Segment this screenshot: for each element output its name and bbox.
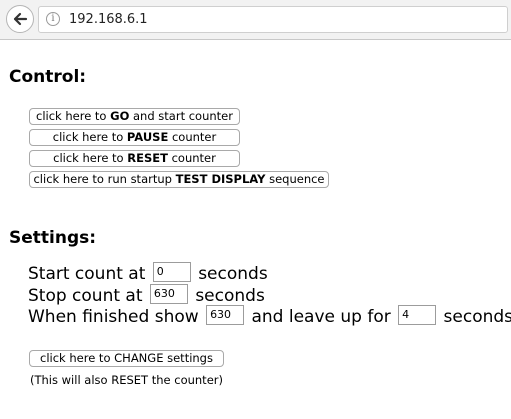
leave-up-input[interactable]: 4 bbox=[398, 305, 437, 325]
start-count-unit: seconds bbox=[198, 264, 268, 284]
pause-button-bold: PAUSE bbox=[126, 130, 169, 144]
go-button-bold: GO bbox=[110, 109, 130, 123]
start-count-label: Start count at bbox=[28, 264, 146, 284]
go-button-suffix: and start counter bbox=[129, 109, 233, 123]
go-button-prefix: click here to bbox=[36, 109, 111, 123]
test-button-bold: TEST DISPLAY bbox=[175, 172, 266, 186]
pause-button[interactable]: click here to PAUSE counter bbox=[29, 129, 240, 146]
start-count-row: Start count at 0 seconds bbox=[28, 262, 268, 284]
test-button-suffix: sequence bbox=[265, 172, 325, 186]
reset-button-bold: RESET bbox=[127, 151, 168, 165]
finished-show-row: When finished show 630 and leave up for … bbox=[28, 305, 511, 327]
stop-count-label: Stop count at bbox=[28, 286, 143, 306]
test-button-prefix: click here to run startup bbox=[33, 172, 176, 186]
leave-up-label: and leave up for bbox=[251, 307, 391, 327]
go-button[interactable]: click here to GO and start counter bbox=[29, 108, 240, 125]
back-button[interactable] bbox=[6, 5, 34, 33]
change-settings-button[interactable]: click here to CHANGE settings bbox=[29, 350, 224, 367]
reset-button-suffix: counter bbox=[167, 151, 216, 165]
stop-count-input[interactable]: 630 bbox=[149, 284, 188, 304]
pause-button-prefix: click here to bbox=[52, 130, 127, 144]
address-bar[interactable]: i 192.168.6.1 bbox=[38, 6, 508, 33]
arrow-left-icon bbox=[13, 12, 28, 26]
finished-show-input[interactable]: 630 bbox=[206, 305, 245, 325]
leave-up-unit: seconds bbox=[443, 307, 511, 327]
stop-count-unit: seconds bbox=[195, 286, 265, 306]
test-display-button[interactable]: click here to run startup TEST DISPLAY s… bbox=[29, 171, 329, 188]
control-heading: Control: bbox=[9, 67, 87, 87]
info-icon[interactable]: i bbox=[46, 12, 60, 26]
pause-button-suffix: counter bbox=[168, 130, 217, 144]
settings-heading: Settings: bbox=[9, 228, 97, 248]
url-text[interactable]: 192.168.6.1 bbox=[69, 12, 148, 27]
start-count-input[interactable]: 0 bbox=[152, 262, 191, 282]
reset-button-prefix: click here to bbox=[53, 151, 128, 165]
finished-show-label: When finished show bbox=[28, 307, 199, 327]
stop-count-row: Stop count at 630 seconds bbox=[28, 284, 265, 306]
reset-note: (This will also RESET the counter) bbox=[30, 373, 223, 387]
browser-toolbar: i 192.168.6.1 bbox=[0, 0, 511, 40]
reset-button[interactable]: click here to RESET counter bbox=[29, 150, 240, 167]
